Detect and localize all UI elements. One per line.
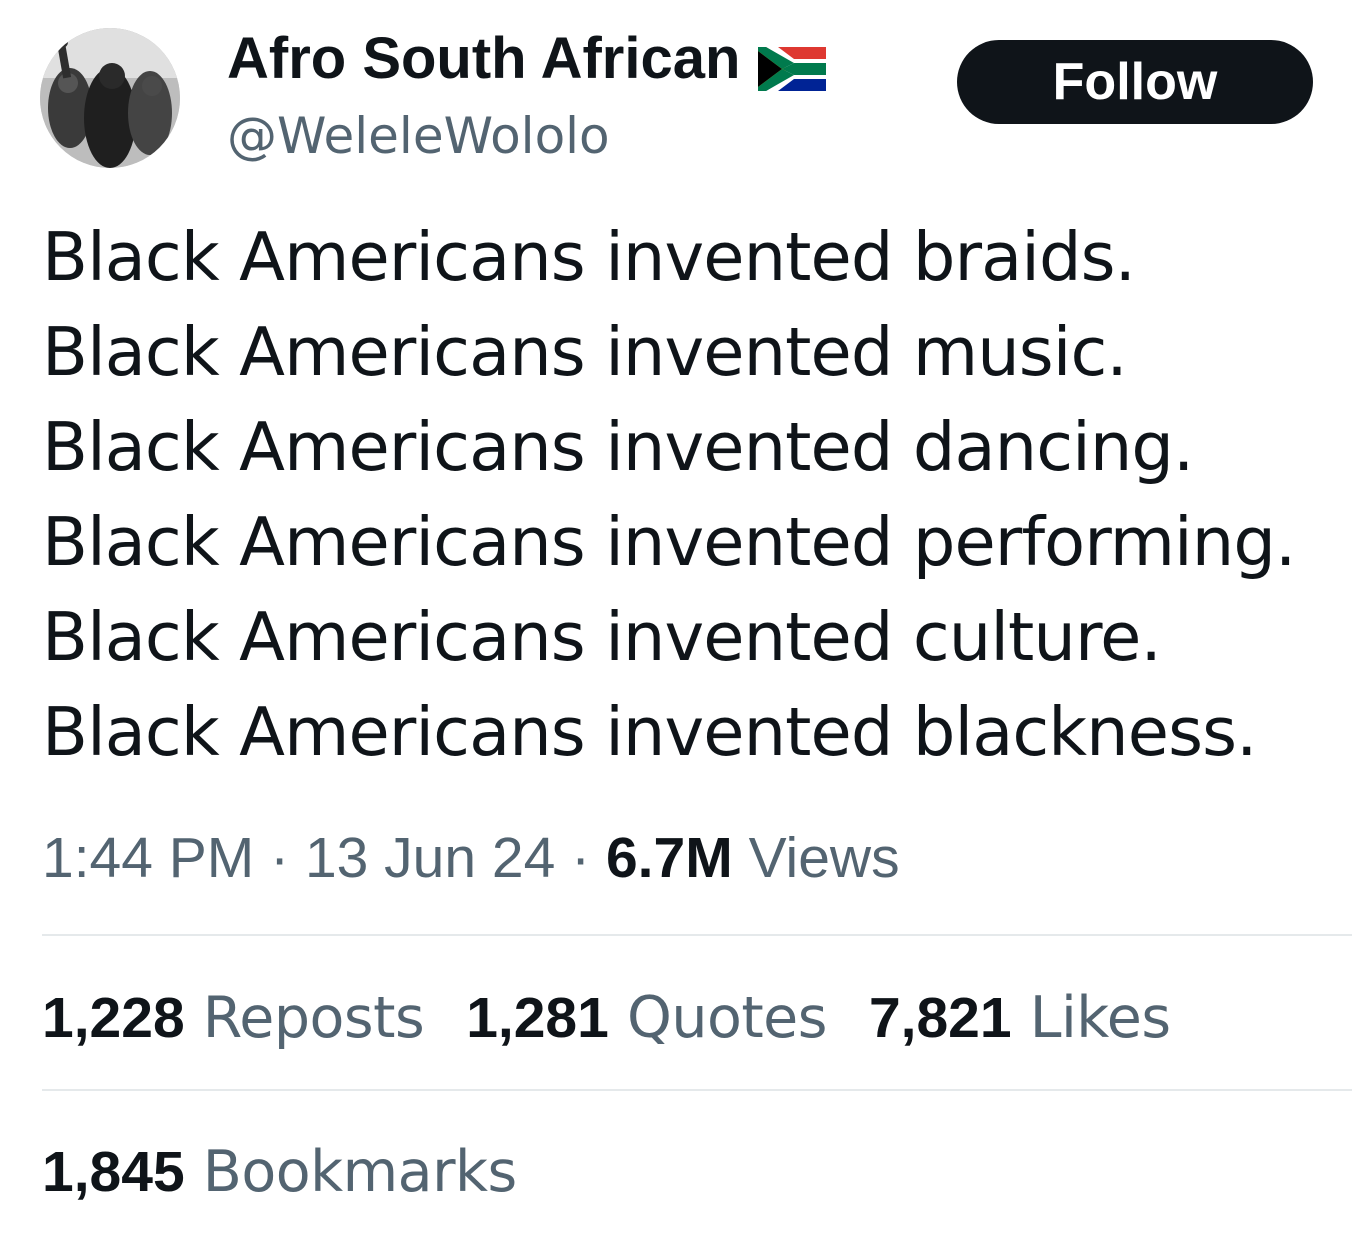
tweet-line: Black Americans invented culture. bbox=[42, 598, 1162, 676]
south-africa-flag-icon bbox=[758, 37, 827, 91]
engagement-stats: 1,228 Reposts 1,281 Quotes 7,821 Likes bbox=[42, 982, 1213, 1054]
views-count: 6.7M bbox=[605, 826, 733, 890]
likes-label: Likes bbox=[1029, 985, 1171, 1051]
divider bbox=[42, 1089, 1352, 1091]
likes-stat[interactable]: 7,821 Likes bbox=[869, 982, 1171, 1054]
quotes-label: Quotes bbox=[626, 985, 827, 1051]
display-name-text: Afro South African bbox=[227, 26, 741, 91]
divider bbox=[42, 934, 1352, 936]
bookmarks-label: Bookmarks bbox=[202, 1139, 517, 1205]
tweet-line: Black Americans invented braids. bbox=[42, 218, 1136, 296]
protest-photo-icon bbox=[40, 28, 180, 168]
reposts-label: Reposts bbox=[202, 985, 425, 1051]
tweet-line: Black Americans invented blackness. bbox=[42, 693, 1257, 771]
reposts-stat[interactable]: 1,228 Reposts bbox=[42, 982, 425, 1054]
follow-button[interactable]: Follow bbox=[957, 40, 1313, 124]
author-handle[interactable]: @WeleleWololo bbox=[227, 104, 610, 168]
tweet-line: Black Americans invented dancing. bbox=[42, 408, 1194, 486]
tweet-meta: 1:44 PM · 13 Jun 24 · 6.7M Views bbox=[42, 822, 900, 894]
quotes-count: 1,281 bbox=[466, 986, 609, 1050]
views-label: Views bbox=[748, 826, 900, 890]
meta-separator: · bbox=[254, 826, 305, 890]
quotes-stat[interactable]: 1,281 Quotes bbox=[466, 982, 827, 1054]
avatar[interactable] bbox=[40, 28, 180, 168]
tweet-line: Black Americans invented performing. bbox=[42, 503, 1296, 581]
author-display-name[interactable]: Afro South African bbox=[227, 24, 827, 94]
likes-count: 7,821 bbox=[868, 986, 1012, 1050]
bookmarks-count: 1,845 bbox=[42, 1140, 185, 1204]
bookmarks-stat[interactable]: 1,845 Bookmarks bbox=[42, 1136, 517, 1208]
tweet-text: Black Americans invented braids. Black A… bbox=[42, 210, 1342, 780]
tweet-time[interactable]: 1:44 PM bbox=[42, 826, 254, 890]
tweet-date[interactable]: 13 Jun 24 bbox=[305, 826, 555, 890]
meta-separator: · bbox=[555, 826, 606, 890]
tweet-line: Black Americans invented music. bbox=[42, 313, 1128, 391]
reposts-count: 1,228 bbox=[42, 986, 185, 1050]
